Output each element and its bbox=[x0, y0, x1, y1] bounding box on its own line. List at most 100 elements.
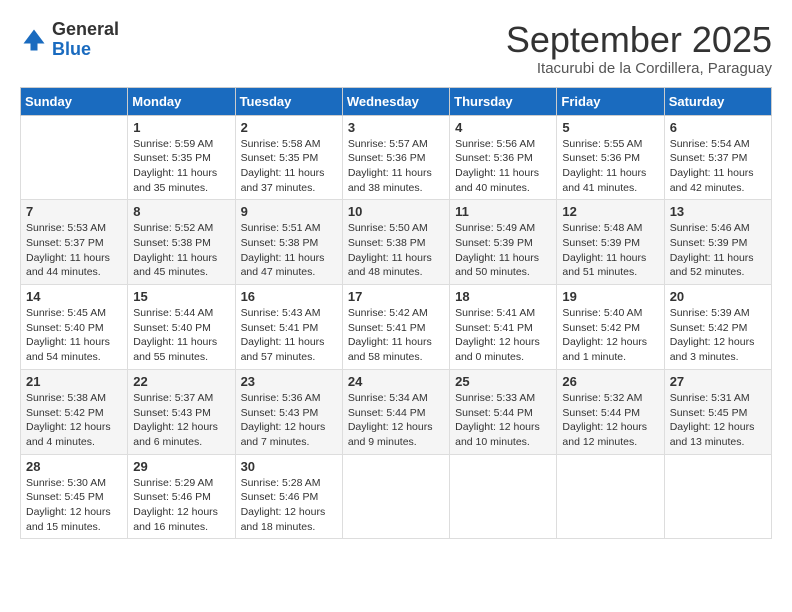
cell-content: 27 Sunrise: 5:31 AMSunset: 5:45 PMDayligh… bbox=[670, 374, 766, 450]
day-info: Sunrise: 5:53 AMSunset: 5:37 PMDaylight:… bbox=[26, 221, 122, 280]
calendar-cell: 20 Sunrise: 5:39 AMSunset: 5:42 PMDayligh… bbox=[664, 285, 771, 370]
day-number: 25 bbox=[455, 374, 551, 389]
week-row-1: 1Sunrise: 5:59 AMSunset: 5:35 PMDaylight… bbox=[21, 115, 772, 200]
day-info: Sunrise: 5:52 AMSunset: 5:38 PMDaylight:… bbox=[133, 221, 229, 280]
calendar-cell bbox=[342, 454, 449, 539]
calendar-cell: 29 Sunrise: 5:29 AMSunset: 5:46 PMDayligh… bbox=[128, 454, 235, 539]
day-number: 16 bbox=[241, 289, 337, 304]
day-info: Sunrise: 5:41 AMSunset: 5:41 PMDaylight:… bbox=[455, 306, 551, 365]
cell-content: 15 Sunrise: 5:44 AMSunset: 5:40 PMDayligh… bbox=[133, 289, 229, 365]
day-info: Sunrise: 5:46 AMSunset: 5:39 PMDaylight:… bbox=[670, 221, 766, 280]
day-number: 23 bbox=[241, 374, 337, 389]
day-number: 22 bbox=[133, 374, 229, 389]
logo-icon bbox=[20, 26, 48, 54]
cell-content: 29 Sunrise: 5:29 AMSunset: 5:46 PMDayligh… bbox=[133, 459, 229, 535]
cell-content: 22Sunrise: 5:37 AMSunset: 5:43 PMDayligh… bbox=[133, 374, 229, 450]
calendar-body: 1Sunrise: 5:59 AMSunset: 5:35 PMDaylight… bbox=[21, 115, 772, 539]
day-number: 11 bbox=[455, 204, 551, 219]
day-info: Sunrise: 5:49 AMSunset: 5:39 PMDaylight:… bbox=[455, 221, 551, 280]
calendar-cell: 16 Sunrise: 5:43 AMSunset: 5:41 PMDayligh… bbox=[235, 285, 342, 370]
logo-blue-text: Blue bbox=[52, 39, 91, 59]
header-day-monday: Monday bbox=[128, 87, 235, 115]
day-number: 2 bbox=[241, 120, 337, 135]
calendar-cell: 22Sunrise: 5:37 AMSunset: 5:43 PMDayligh… bbox=[128, 369, 235, 454]
cell-content: 2 Sunrise: 5:58 AMSunset: 5:35 PMDaylight… bbox=[241, 120, 337, 196]
header-day-saturday: Saturday bbox=[664, 87, 771, 115]
day-number: 27 bbox=[670, 374, 766, 389]
calendar-cell: 5Sunrise: 5:55 AMSunset: 5:36 PMDaylight… bbox=[557, 115, 664, 200]
calendar-cell: 7Sunrise: 5:53 AMSunset: 5:37 PMDaylight… bbox=[21, 200, 128, 285]
logo-general-text: General bbox=[52, 19, 119, 39]
calendar-cell bbox=[450, 454, 557, 539]
week-row-3: 14Sunrise: 5:45 AMSunset: 5:40 PMDayligh… bbox=[21, 285, 772, 370]
day-number: 15 bbox=[133, 289, 229, 304]
calendar-cell: 9Sunrise: 5:51 AMSunset: 5:38 PMDaylight… bbox=[235, 200, 342, 285]
day-number: 20 bbox=[670, 289, 766, 304]
calendar-cell: 14Sunrise: 5:45 AMSunset: 5:40 PMDayligh… bbox=[21, 285, 128, 370]
cell-content: 12 Sunrise: 5:48 AMSunset: 5:39 PMDayligh… bbox=[562, 204, 658, 280]
day-info: Sunrise: 5:48 AMSunset: 5:39 PMDaylight:… bbox=[562, 221, 658, 280]
day-info: Sunrise: 5:56 AMSunset: 5:36 PMDaylight:… bbox=[455, 137, 551, 196]
title-block: September 2025 Itacurubi de la Cordiller… bbox=[506, 20, 772, 77]
day-info: Sunrise: 5:55 AMSunset: 5:36 PMDaylight:… bbox=[562, 137, 658, 196]
cell-content: 6Sunrise: 5:54 AMSunset: 5:37 PMDaylight… bbox=[670, 120, 766, 196]
day-info: Sunrise: 5:54 AMSunset: 5:37 PMDaylight:… bbox=[670, 137, 766, 196]
day-info: Sunrise: 5:51 AMSunset: 5:38 PMDaylight:… bbox=[241, 221, 337, 280]
day-number: 8 bbox=[133, 204, 229, 219]
calendar-header: SundayMondayTuesdayWednesdayThursdayFrid… bbox=[21, 87, 772, 115]
day-info: Sunrise: 5:29 AMSunset: 5:46 PMDaylight:… bbox=[133, 476, 229, 535]
calendar-cell: 27 Sunrise: 5:31 AMSunset: 5:45 PMDayligh… bbox=[664, 369, 771, 454]
cell-content: 3Sunrise: 5:57 AMSunset: 5:36 PMDaylight… bbox=[348, 120, 444, 196]
cell-content: 19Sunrise: 5:40 AMSunset: 5:42 PMDayligh… bbox=[562, 289, 658, 365]
week-row-5: 28 Sunrise: 5:30 AMSunset: 5:45 PMDayligh… bbox=[21, 454, 772, 539]
cell-content: 23 Sunrise: 5:36 AMSunset: 5:43 PMDayligh… bbox=[241, 374, 337, 450]
calendar-cell bbox=[21, 115, 128, 200]
calendar-cell: 21 Sunrise: 5:38 AMSunset: 5:42 PMDayligh… bbox=[21, 369, 128, 454]
day-info: Sunrise: 5:32 AMSunset: 5:44 PMDaylight:… bbox=[562, 391, 658, 450]
cell-content: 5Sunrise: 5:55 AMSunset: 5:36 PMDaylight… bbox=[562, 120, 658, 196]
header-day-sunday: Sunday bbox=[21, 87, 128, 115]
month-title: September 2025 bbox=[506, 20, 772, 60]
day-number: 30 bbox=[241, 459, 337, 474]
week-row-4: 21 Sunrise: 5:38 AMSunset: 5:42 PMDayligh… bbox=[21, 369, 772, 454]
calendar-cell: 12 Sunrise: 5:48 AMSunset: 5:39 PMDayligh… bbox=[557, 200, 664, 285]
day-number: 17 bbox=[348, 289, 444, 304]
day-number: 21 bbox=[26, 374, 122, 389]
day-info: Sunrise: 5:33 AMSunset: 5:44 PMDaylight:… bbox=[455, 391, 551, 450]
day-info: Sunrise: 5:59 AMSunset: 5:35 PMDaylight:… bbox=[133, 137, 229, 196]
day-number: 12 bbox=[562, 204, 658, 219]
day-number: 28 bbox=[26, 459, 122, 474]
calendar-cell: 17 Sunrise: 5:42 AMSunset: 5:41 PMDayligh… bbox=[342, 285, 449, 370]
day-info: Sunrise: 5:39 AMSunset: 5:42 PMDaylight:… bbox=[670, 306, 766, 365]
calendar-cell: 18Sunrise: 5:41 AMSunset: 5:41 PMDayligh… bbox=[450, 285, 557, 370]
day-number: 13 bbox=[670, 204, 766, 219]
day-info: Sunrise: 5:50 AMSunset: 5:38 PMDaylight:… bbox=[348, 221, 444, 280]
page-header: General Blue September 2025 Itacurubi de… bbox=[20, 20, 772, 77]
calendar-cell: 11 Sunrise: 5:49 AMSunset: 5:39 PMDayligh… bbox=[450, 200, 557, 285]
cell-content: 16 Sunrise: 5:43 AMSunset: 5:41 PMDayligh… bbox=[241, 289, 337, 365]
cell-content: 26Sunrise: 5:32 AMSunset: 5:44 PMDayligh… bbox=[562, 374, 658, 450]
day-info: Sunrise: 5:30 AMSunset: 5:45 PMDaylight:… bbox=[26, 476, 122, 535]
location: Itacurubi de la Cordillera, Paraguay bbox=[506, 60, 772, 77]
header-day-thursday: Thursday bbox=[450, 87, 557, 115]
day-info: Sunrise: 5:42 AMSunset: 5:41 PMDaylight:… bbox=[348, 306, 444, 365]
day-number: 29 bbox=[133, 459, 229, 474]
day-info: Sunrise: 5:31 AMSunset: 5:45 PMDaylight:… bbox=[670, 391, 766, 450]
cell-content: 20 Sunrise: 5:39 AMSunset: 5:42 PMDayligh… bbox=[670, 289, 766, 365]
day-info: Sunrise: 5:44 AMSunset: 5:40 PMDaylight:… bbox=[133, 306, 229, 365]
calendar-cell: 23 Sunrise: 5:36 AMSunset: 5:43 PMDayligh… bbox=[235, 369, 342, 454]
calendar-cell: 3Sunrise: 5:57 AMSunset: 5:36 PMDaylight… bbox=[342, 115, 449, 200]
day-info: Sunrise: 5:43 AMSunset: 5:41 PMDaylight:… bbox=[241, 306, 337, 365]
calendar-cell: 13 Sunrise: 5:46 AMSunset: 5:39 PMDayligh… bbox=[664, 200, 771, 285]
header-day-friday: Friday bbox=[557, 87, 664, 115]
day-info: Sunrise: 5:38 AMSunset: 5:42 PMDaylight:… bbox=[26, 391, 122, 450]
day-info: Sunrise: 5:36 AMSunset: 5:43 PMDaylight:… bbox=[241, 391, 337, 450]
calendar-table: SundayMondayTuesdayWednesdayThursdayFrid… bbox=[20, 87, 772, 540]
cell-content: 11 Sunrise: 5:49 AMSunset: 5:39 PMDayligh… bbox=[455, 204, 551, 280]
cell-content: 25 Sunrise: 5:33 AMSunset: 5:44 PMDayligh… bbox=[455, 374, 551, 450]
day-info: Sunrise: 5:57 AMSunset: 5:36 PMDaylight:… bbox=[348, 137, 444, 196]
day-info: Sunrise: 5:58 AMSunset: 5:35 PMDaylight:… bbox=[241, 137, 337, 196]
header-day-wednesday: Wednesday bbox=[342, 87, 449, 115]
calendar-cell: 26Sunrise: 5:32 AMSunset: 5:44 PMDayligh… bbox=[557, 369, 664, 454]
day-number: 19 bbox=[562, 289, 658, 304]
